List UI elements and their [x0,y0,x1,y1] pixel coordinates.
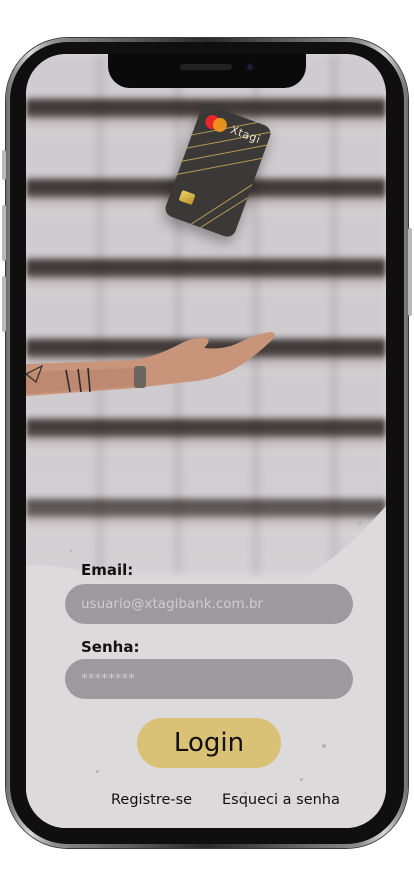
volume-down-button [2,276,6,332]
register-link[interactable]: Registre-se [111,792,192,808]
decor-speck [357,521,362,525]
hand-illustration [26,332,275,396]
password-field[interactable] [65,659,353,699]
email-label: Email: [81,561,134,579]
decor-speck [96,770,99,773]
phone-notch [108,54,306,88]
volume-up-button [2,205,6,261]
decor-speck [70,550,72,552]
silent-switch [2,150,6,180]
email-field[interactable] [65,584,353,624]
forgot-password-link[interactable]: Esqueci a senha [222,792,340,808]
speaker-grille [180,64,232,70]
front-camera-icon [245,62,255,72]
decor-speck [300,778,303,781]
power-button [408,228,412,316]
decor-speck [322,744,326,748]
bottom-wave-panel [26,506,386,828]
password-label: Senha: [81,638,140,656]
login-button[interactable]: Login [137,718,281,768]
